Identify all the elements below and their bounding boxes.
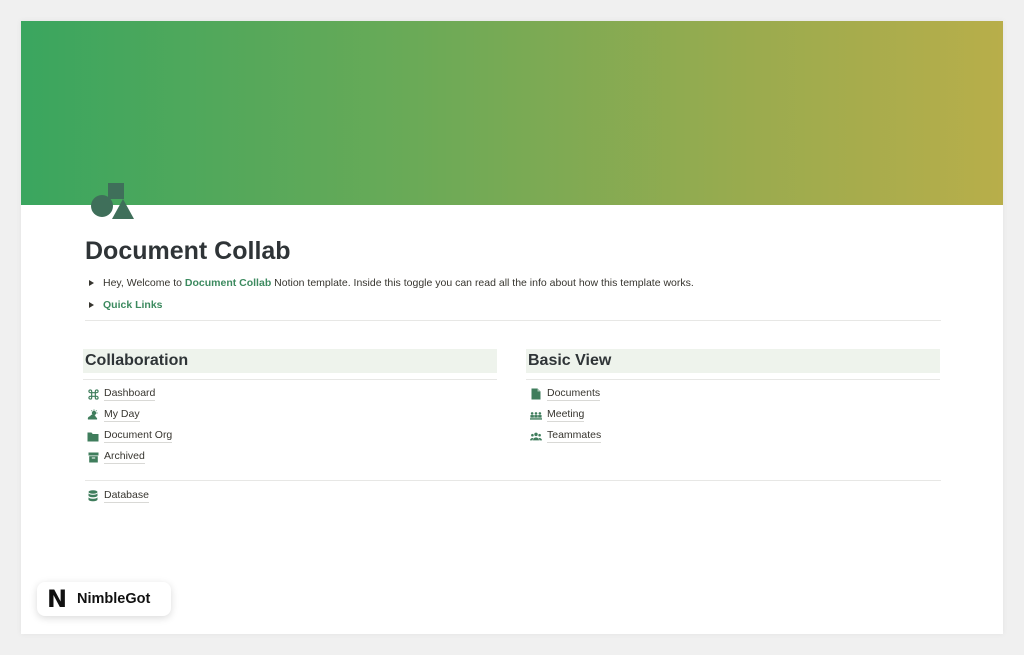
shapes-icon bbox=[91, 183, 134, 219]
cover-image bbox=[21, 21, 1003, 205]
intro-toggle[interactable]: Hey, Welcome to Document Collab Notion t… bbox=[89, 277, 694, 289]
divider bbox=[526, 379, 940, 380]
link-label: Teammates bbox=[547, 429, 602, 443]
quick-links-toggle[interactable]: Quick Links bbox=[89, 299, 163, 311]
brand-badge[interactable]: N NimbleGot bbox=[37, 582, 171, 616]
link-label: Document Org bbox=[104, 429, 173, 443]
link-documents[interactable]: Documents bbox=[530, 387, 601, 401]
intro-prefix: Hey, Welcome to bbox=[103, 277, 185, 289]
divider bbox=[85, 320, 941, 321]
folder-icon bbox=[87, 430, 99, 442]
link-document-org[interactable]: Document Org bbox=[87, 429, 173, 443]
link-dashboard[interactable]: Dashboard bbox=[87, 387, 156, 401]
intro-suffix: Notion template. Inside this toggle you … bbox=[271, 277, 694, 289]
quick-links-label: Quick Links bbox=[103, 299, 163, 311]
intro-link[interactable]: Document Collab bbox=[185, 277, 271, 289]
basic-view-header: Basic View bbox=[526, 349, 940, 373]
people-icon bbox=[530, 430, 542, 442]
link-meeting[interactable]: Meeting bbox=[530, 408, 585, 422]
toggle-arrow-icon[interactable] bbox=[89, 280, 94, 286]
link-teammates[interactable]: Teammates bbox=[530, 429, 602, 443]
link-label: Dashboard bbox=[104, 387, 156, 401]
divider bbox=[83, 379, 497, 380]
basic-view-column: Basic View Documents Meeting Teammates bbox=[526, 349, 940, 459]
brand-name: NimbleGot bbox=[77, 591, 151, 607]
collaboration-header: Collaboration bbox=[83, 349, 497, 373]
link-label: Database bbox=[104, 489, 149, 503]
page-card: Document Collab Hey, Welcome to Document… bbox=[21, 21, 1003, 634]
command-icon bbox=[87, 388, 99, 400]
brand-logo-icon: N bbox=[47, 585, 68, 613]
link-label: Meeting bbox=[547, 408, 585, 422]
link-label: My Day bbox=[104, 408, 140, 422]
sun-cloud-icon bbox=[87, 409, 99, 421]
meeting-icon bbox=[530, 409, 542, 421]
archive-icon bbox=[87, 451, 99, 463]
link-label: Documents bbox=[547, 387, 601, 401]
toggle-arrow-icon[interactable] bbox=[89, 302, 94, 308]
link-label: Archived bbox=[104, 450, 145, 464]
database-icon bbox=[87, 490, 99, 502]
page-title: Document Collab bbox=[85, 237, 291, 265]
link-database[interactable]: Database bbox=[87, 489, 149, 503]
link-archived[interactable]: Archived bbox=[87, 450, 145, 464]
document-icon bbox=[530, 388, 542, 400]
divider bbox=[85, 480, 941, 481]
link-my-day[interactable]: My Day bbox=[87, 408, 140, 422]
